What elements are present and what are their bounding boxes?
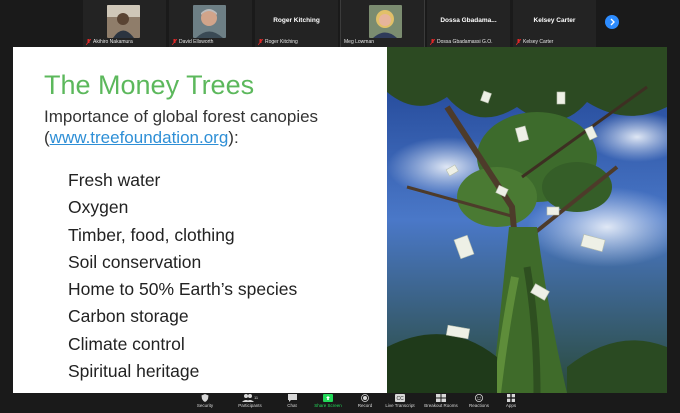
participant-tile-akihiro[interactable]: Akihiro Nakamura <box>83 0 166 47</box>
muted-mic-icon <box>258 39 263 45</box>
reactions-button[interactable]: Reactions <box>465 394 493 408</box>
live-transcript-button[interactable]: CC Live Transcript <box>383 394 417 408</box>
people-icon: 111 <box>242 394 258 402</box>
muted-mic-icon <box>86 39 91 45</box>
breakout-rooms-label: Breakout Rooms <box>424 403 458 408</box>
treefoundation-link[interactable]: www.treefoundation.org <box>50 128 229 147</box>
smiley-icon <box>475 394 483 402</box>
participant-label: David Ellsworth <box>172 39 213 45</box>
apps-button[interactable]: Apps <box>500 394 522 408</box>
slide: The Money Trees Importance of global for… <box>13 47 387 393</box>
participant-name: Kelsey Carter <box>523 39 554 45</box>
list-item: Home to 50% Earth’s species <box>68 279 298 300</box>
list-item: Climate control <box>68 333 185 354</box>
participant-label: Meg Lowman <box>344 39 374 45</box>
participant-video <box>107 5 140 38</box>
shield-icon <box>201 394 209 402</box>
participant-name: Roger Kitching <box>265 39 298 45</box>
chat-label: Chat <box>287 403 297 408</box>
participant-label: Dossa Gbadamassi G.O. <box>430 39 493 45</box>
participant-video <box>369 5 402 38</box>
benefit-list: Fresh water Oxygen Timber, food, clothin… <box>68 167 297 385</box>
security-button[interactable]: Security <box>190 394 220 408</box>
list-item: Oxygen <box>68 197 129 218</box>
slide-title: The Money Trees <box>44 70 255 100</box>
list-item: Spiritual heritage <box>68 361 200 382</box>
svg-text:111: 111 <box>254 395 258 400</box>
list-item: Carbon storage <box>68 306 189 327</box>
participant-video <box>193 5 226 38</box>
svg-text:CC: CC <box>397 396 405 402</box>
participant-label: Roger Kitching <box>258 39 298 45</box>
muted-mic-icon <box>516 39 521 45</box>
breakout-rooms-icon <box>436 394 446 402</box>
shared-screen: The Money Trees Importance of global for… <box>0 47 680 393</box>
participant-display-name: Dossa Gbadama... <box>440 17 497 24</box>
participant-name: David Ellsworth <box>179 39 214 45</box>
chat-bubble-icon <box>287 394 297 402</box>
live-transcript-label: Live Transcript <box>385 403 415 408</box>
participant-display-name: Kelsey Carter <box>533 17 576 24</box>
meeting-toolbar: Security 111 Participants Chat Share Scr… <box>0 393 680 413</box>
participant-tile-david[interactable]: David Ellsworth <box>169 0 252 47</box>
record-icon <box>361 394 369 402</box>
next-page-button[interactable] <box>605 15 619 29</box>
chat-button[interactable]: Chat <box>280 394 304 408</box>
muted-mic-icon <box>430 39 435 45</box>
participants-label: Participants <box>238 403 262 408</box>
participant-label: Akihiro Nakamura <box>86 39 133 45</box>
participant-display-name: Roger Kitching <box>273 17 320 24</box>
participant-strip: Akihiro Nakamura David Ellsworth Roger K… <box>0 0 680 48</box>
apps-icon <box>507 394 515 402</box>
record-label: Record <box>357 403 373 408</box>
security-label: Security <box>196 403 214 408</box>
record-button[interactable]: Record <box>353 394 377 408</box>
muted-mic-icon <box>172 39 177 45</box>
cc-icon: CC <box>395 394 405 402</box>
participant-label: Kelsey Carter <box>516 39 553 45</box>
participant-tile-dossa[interactable]: Dossa Gbadama... Dossa Gbadamassi G.O. <box>427 0 510 47</box>
share-screen-icon <box>323 394 333 402</box>
apps-label: Apps <box>505 403 517 408</box>
money-tree-photo <box>387 47 667 393</box>
subtitle-paren-close: ): <box>228 128 239 147</box>
participant-tile-kelsey[interactable]: Kelsey Carter Kelsey Carter <box>513 0 596 47</box>
participants-button[interactable]: 111 Participants <box>230 394 270 408</box>
participant-tile-meg[interactable]: Meg Lowman <box>340 0 425 48</box>
subtitle-link-line: (www.treefoundation.org): <box>44 127 384 148</box>
breakout-rooms-button[interactable]: Breakout Rooms <box>421 394 461 408</box>
share-screen-label: Share Screen <box>314 403 342 408</box>
participant-name: Meg Lowman <box>344 39 375 45</box>
participant-tile-roger[interactable]: Roger Kitching Roger Kitching <box>255 0 338 47</box>
chevron-right-icon <box>610 18 615 26</box>
subtitle-text: Importance of global forest canopies <box>44 107 319 126</box>
list-item: Soil conservation <box>68 251 202 272</box>
reactions-label: Reactions <box>468 403 489 408</box>
list-item: Timber, food, clothing <box>68 224 235 245</box>
slide-subtitle: Importance of global forest canopies (ww… <box>44 106 384 148</box>
list-item: Fresh water <box>68 170 161 190</box>
share-screen-button[interactable]: Share Screen <box>312 394 344 408</box>
participant-name: Akihiro Nakamura <box>93 39 133 45</box>
participant-name: Dossa Gbadamassi G.O. <box>437 39 493 45</box>
